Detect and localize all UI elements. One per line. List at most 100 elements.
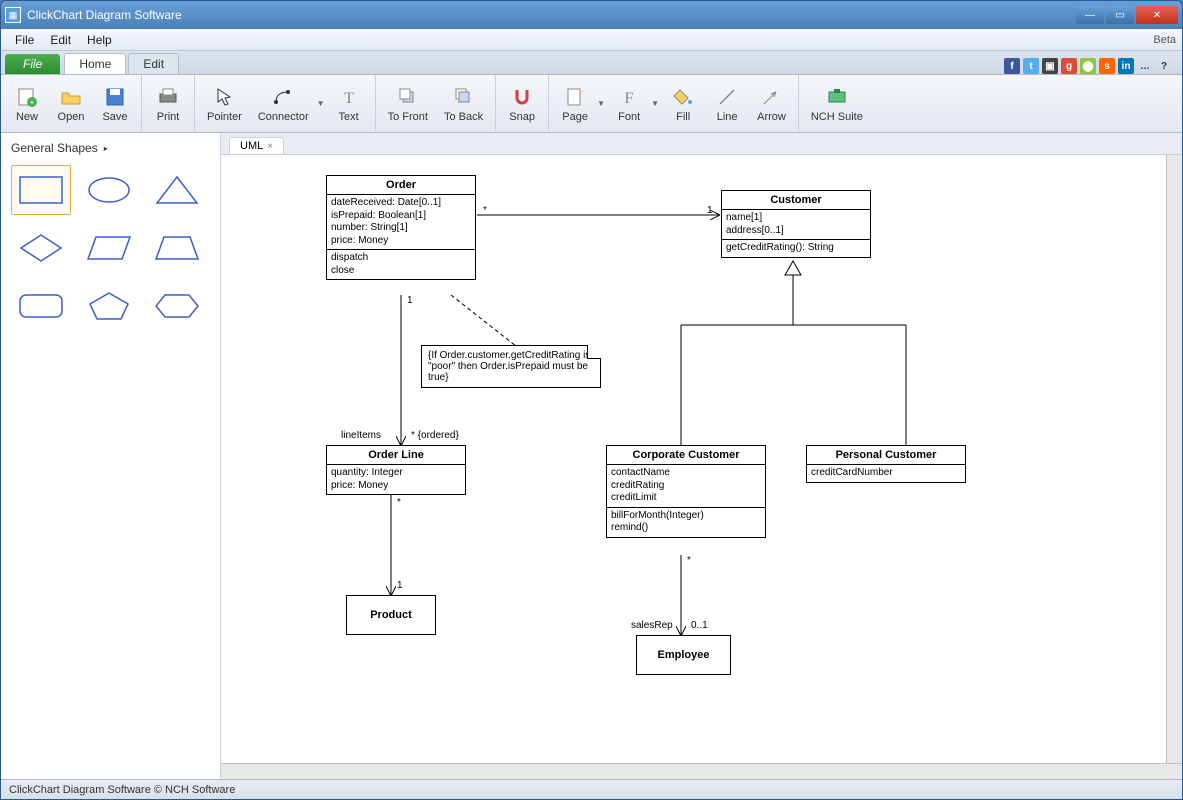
uml-class-employee[interactable]: Employee [636, 635, 731, 675]
svg-text:T: T [344, 90, 354, 107]
statusbar: ClickChart Diagram Software © NCH Softwa… [1, 779, 1182, 799]
stumble-icon[interactable]: s [1099, 58, 1115, 74]
google-icon[interactable]: g [1061, 58, 1077, 74]
label-salesrep: salesRep [631, 620, 673, 631]
new-icon: + [15, 85, 39, 109]
shapes-sidebar: General Shapes▸ [1, 133, 221, 779]
toolbar: +New Open Save Print Pointer Connector ▼… [1, 75, 1182, 133]
shape-trapezoid[interactable] [147, 223, 207, 273]
font-button[interactable]: FFont [607, 78, 651, 130]
beta-label: Beta [1153, 34, 1176, 46]
ribbon-tabs: File Home Edit f t ▣ g ⬤ s in … ? [1, 51, 1182, 75]
shape-rectangle[interactable] [11, 165, 71, 215]
line-button[interactable]: Line [705, 78, 749, 130]
uml-class-orderline[interactable]: Order Line quantity: Integer price: Mone… [326, 445, 466, 495]
status-text: ClickChart Diagram Software © NCH Softwa… [9, 784, 235, 796]
menu-edit[interactable]: Edit [42, 31, 79, 49]
nchsuite-icon [825, 85, 849, 109]
close-button[interactable]: ✕ [1136, 6, 1178, 24]
help-icon[interactable]: ? [1156, 58, 1172, 74]
maximize-button[interactable]: ▭ [1106, 6, 1134, 24]
arrow-icon [759, 85, 783, 109]
connector-button[interactable]: Connector [250, 78, 317, 130]
misc-icon[interactable]: ⬤ [1080, 58, 1096, 74]
pointer-button[interactable]: Pointer [199, 78, 250, 130]
print-button[interactable]: Print [146, 78, 190, 130]
menu-file[interactable]: File [7, 31, 42, 49]
page-dropdown[interactable]: ▼ [597, 99, 607, 108]
vertical-scrollbar[interactable] [1166, 155, 1182, 763]
facebook-icon[interactable]: f [1004, 58, 1020, 74]
connector-icon [271, 85, 295, 109]
shape-ellipse[interactable] [79, 165, 139, 215]
shape-rounded-rect[interactable] [11, 281, 71, 331]
tab-uml[interactable]: UML× [229, 137, 284, 154]
uml-class-personal[interactable]: Personal Customer creditCardNumber [806, 445, 966, 483]
shape-parallelogram[interactable] [79, 223, 139, 273]
share-icon[interactable]: ▣ [1042, 58, 1058, 74]
label-one: 1 [707, 205, 713, 216]
snap-button[interactable]: Snap [500, 78, 544, 130]
arrow-button[interactable]: Arrow [749, 78, 794, 130]
save-button[interactable]: Save [93, 78, 137, 130]
more-icon[interactable]: … [1137, 58, 1153, 74]
snap-icon [510, 85, 534, 109]
new-button[interactable]: +New [5, 78, 49, 130]
app-icon: ▦ [5, 7, 21, 23]
svg-text:F: F [625, 90, 634, 107]
font-icon: F [617, 85, 641, 109]
label-star: * [687, 555, 691, 566]
font-dropdown[interactable]: ▼ [651, 99, 661, 108]
open-button[interactable]: Open [49, 78, 93, 130]
text-icon: T [337, 85, 361, 109]
shape-hexagon[interactable] [147, 281, 207, 331]
note-fold-icon [587, 345, 601, 359]
tofront-button[interactable]: To Front [380, 78, 436, 130]
uml-class-product[interactable]: Product [346, 595, 436, 635]
tab-home[interactable]: Home [64, 53, 126, 74]
label-lineitems: lineItems [341, 430, 381, 441]
uml-class-order[interactable]: Order dateReceived: Date[0..1] isPrepaid… [326, 175, 476, 280]
chevron-right-icon: ▸ [104, 144, 108, 153]
line-icon [715, 85, 739, 109]
menubar: File Edit Help Beta [1, 29, 1182, 51]
social-icons: f t ▣ g ⬤ s in … ? [1004, 58, 1178, 74]
text-button[interactable]: TText [327, 78, 371, 130]
tofront-icon [396, 85, 420, 109]
save-icon [103, 85, 127, 109]
minimize-button[interactable]: — [1076, 6, 1104, 24]
canvas[interactable]: Order dateReceived: Date[0..1] isPrepaid… [221, 155, 1182, 763]
uml-class-corporate[interactable]: Corporate Customer contactName creditRat… [606, 445, 766, 538]
print-icon [156, 85, 180, 109]
page-icon [563, 85, 587, 109]
uml-note[interactable]: {If Order.customer.getCreditRating is "p… [421, 345, 601, 388]
connector-dropdown[interactable]: ▼ [317, 99, 327, 108]
menu-help[interactable]: Help [79, 31, 120, 49]
tab-edit[interactable]: Edit [128, 53, 179, 74]
document-tabs: UML× [221, 133, 1182, 155]
uml-class-customer[interactable]: Customer name[1] address[0..1] getCredit… [721, 190, 871, 258]
label-one: 1 [407, 295, 413, 306]
fill-button[interactable]: Fill [661, 78, 705, 130]
sidebar-heading[interactable]: General Shapes▸ [7, 139, 214, 157]
close-tab-icon[interactable]: × [267, 141, 273, 152]
shape-triangle[interactable] [147, 165, 207, 215]
label-star: * [483, 205, 487, 216]
label-zeroone: 0..1 [691, 620, 708, 631]
shape-pentagon[interactable] [79, 281, 139, 331]
titlebar: ▦ ClickChart Diagram Software — ▭ ✕ [1, 1, 1182, 29]
window-title: ClickChart Diagram Software [27, 8, 1076, 22]
label-one: 1 [397, 580, 403, 591]
file-tab[interactable]: File [5, 54, 60, 74]
label-ordered: * {ordered} [411, 430, 459, 441]
fill-icon [671, 85, 695, 109]
twitter-icon[interactable]: t [1023, 58, 1039, 74]
linkedin-icon[interactable]: in [1118, 58, 1134, 74]
svg-text:+: + [30, 98, 35, 107]
horizontal-scrollbar[interactable] [221, 763, 1182, 779]
shape-diamond[interactable] [11, 223, 71, 273]
page-button[interactable]: Page [553, 78, 597, 130]
toback-button[interactable]: To Back [436, 78, 491, 130]
label-star: * [397, 497, 401, 508]
nchsuite-button[interactable]: NCH Suite [803, 78, 871, 130]
